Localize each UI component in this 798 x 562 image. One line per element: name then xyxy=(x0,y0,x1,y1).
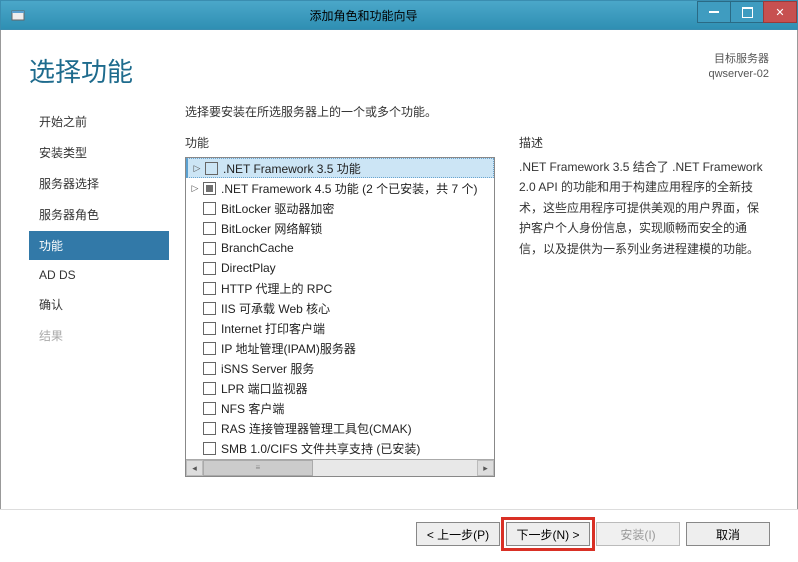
scroll-left-button[interactable]: ◂ xyxy=(186,460,203,476)
expander-icon[interactable]: ▷ xyxy=(190,183,200,194)
feature-row[interactable]: BranchCache xyxy=(186,238,494,258)
feature-label: Internet 打印客户端 xyxy=(221,320,325,337)
feature-row[interactable]: ▷ .NET Framework 4.5 功能 (2 个已安装，共 7 个) xyxy=(186,178,494,198)
feature-checkbox[interactable] xyxy=(203,342,216,355)
feature-row[interactable]: RAS 连接管理器管理工具包(CMAK) xyxy=(186,418,494,438)
instruction-text: 选择要安装在所选服务器上的一个或多个功能。 xyxy=(185,103,769,120)
feature-checkbox[interactable] xyxy=(203,402,216,415)
scroll-track[interactable]: ≡ xyxy=(203,460,477,476)
feature-checkbox[interactable] xyxy=(203,282,216,295)
nav-item-4[interactable]: 功能 xyxy=(29,231,169,260)
close-button[interactable] xyxy=(763,1,797,23)
horizontal-scrollbar[interactable]: ◂ ≡ ▸ xyxy=(186,459,494,476)
feature-checkbox[interactable] xyxy=(203,302,216,315)
feature-row[interactable]: HTTP 代理上的 RPC xyxy=(186,278,494,298)
feature-label: BitLocker 网络解锁 xyxy=(221,220,322,237)
feature-label: HTTP 代理上的 RPC xyxy=(221,280,332,297)
server-info: 目标服务器 qwserver-02 xyxy=(708,52,769,83)
feature-checkbox[interactable] xyxy=(203,362,216,375)
feature-label: BitLocker 驱动器加密 xyxy=(221,200,334,217)
feature-label: LPR 端口监视器 xyxy=(221,380,308,397)
minimize-button[interactable] xyxy=(697,1,731,23)
nav-item-7: 结果 xyxy=(29,321,169,350)
nav-item-2[interactable]: 服务器选择 xyxy=(29,169,169,198)
window-title: 添加角色和功能向导 xyxy=(29,7,698,24)
feature-checkbox[interactable] xyxy=(203,222,216,235)
feature-checkbox[interactable] xyxy=(203,442,216,455)
titlebar: 添加角色和功能向导 xyxy=(0,0,798,30)
feature-row[interactable]: LPR 端口监视器 xyxy=(186,378,494,398)
feature-label: IP 地址管理(IPAM)服务器 xyxy=(221,340,356,357)
feature-row[interactable]: DirectPlay xyxy=(186,258,494,278)
server-label: 目标服务器 xyxy=(708,52,769,67)
nav-item-1[interactable]: 安装类型 xyxy=(29,138,169,167)
feature-checkbox[interactable] xyxy=(203,322,216,335)
feature-row[interactable]: SMB 1.0/CIFS 文件共享支持 (已安装) xyxy=(186,438,494,458)
window-body: 选择功能 目标服务器 qwserver-02 开始之前安装类型服务器选择服务器角… xyxy=(0,30,798,560)
feature-label: SMB 1.0/CIFS 文件共享支持 (已安装) xyxy=(221,440,420,457)
feature-row[interactable]: BitLocker 网络解锁 xyxy=(186,218,494,238)
maximize-button[interactable] xyxy=(730,1,764,23)
next-button[interactable]: 下一步(N) > xyxy=(506,522,590,546)
feature-label: .NET Framework 4.5 功能 (2 个已安装，共 7 个) xyxy=(221,180,477,197)
feature-label: NFS 客户端 xyxy=(221,400,284,417)
expander-icon[interactable]: ▷ xyxy=(192,163,202,174)
description-text: .NET Framework 3.5 结合了 .NET Framework 2.… xyxy=(519,157,769,259)
features-heading: 功能 xyxy=(185,134,495,151)
features-listbox[interactable]: ▷ .NET Framework 3.5 功能 ▷ .NET Framework 4.… xyxy=(185,157,495,477)
feature-label: IIS 可承载 Web 核心 xyxy=(221,300,330,317)
description-heading: 描述 xyxy=(519,134,769,151)
feature-checkbox[interactable] xyxy=(203,382,216,395)
feature-checkbox[interactable] xyxy=(203,242,216,255)
feature-row[interactable]: iSNS Server 服务 xyxy=(186,358,494,378)
feature-label: iSNS Server 服务 xyxy=(221,360,314,377)
server-name: qwserver-02 xyxy=(708,67,769,82)
feature-label: .NET Framework 3.5 功能 xyxy=(223,160,361,177)
feature-label: BranchCache xyxy=(221,241,294,255)
feature-row[interactable]: NFS 客户端 xyxy=(186,398,494,418)
feature-label: DirectPlay xyxy=(221,261,276,275)
app-icon xyxy=(7,4,29,26)
nav-item-5[interactable]: AD DS xyxy=(29,262,169,288)
feature-checkbox[interactable] xyxy=(203,262,216,275)
feature-checkbox[interactable] xyxy=(203,422,216,435)
feature-label: RAS 连接管理器管理工具包(CMAK) xyxy=(221,420,412,437)
feature-row[interactable]: IP 地址管理(IPAM)服务器 xyxy=(186,338,494,358)
nav-item-3[interactable]: 服务器角色 xyxy=(29,200,169,229)
nav-item-6[interactable]: 确认 xyxy=(29,290,169,319)
install-button[interactable]: 安装(I) xyxy=(596,522,680,546)
feature-checkbox[interactable] xyxy=(205,162,218,175)
feature-row[interactable]: BitLocker 驱动器加密 xyxy=(186,198,494,218)
feature-row[interactable]: Internet 打印客户端 xyxy=(186,318,494,338)
scroll-thumb[interactable]: ≡ xyxy=(203,460,313,476)
feature-row[interactable]: ▷ .NET Framework 3.5 功能 xyxy=(186,158,494,178)
scroll-right-button[interactable]: ▸ xyxy=(477,460,494,476)
feature-checkbox[interactable] xyxy=(203,202,216,215)
cancel-button[interactable]: 取消 xyxy=(686,522,770,546)
feature-row[interactable]: IIS 可承载 Web 核心 xyxy=(186,298,494,318)
nav-item-0[interactable]: 开始之前 xyxy=(29,107,169,136)
wizard-footer: < 上一步(P) 下一步(N) > 安装(I) 取消 xyxy=(0,509,798,562)
page-title: 选择功能 xyxy=(29,52,708,89)
feature-checkbox[interactable] xyxy=(203,182,216,195)
previous-button[interactable]: < 上一步(P) xyxy=(416,522,500,546)
wizard-nav: 开始之前安装类型服务器选择服务器角色功能AD DS确认结果 xyxy=(29,103,169,477)
